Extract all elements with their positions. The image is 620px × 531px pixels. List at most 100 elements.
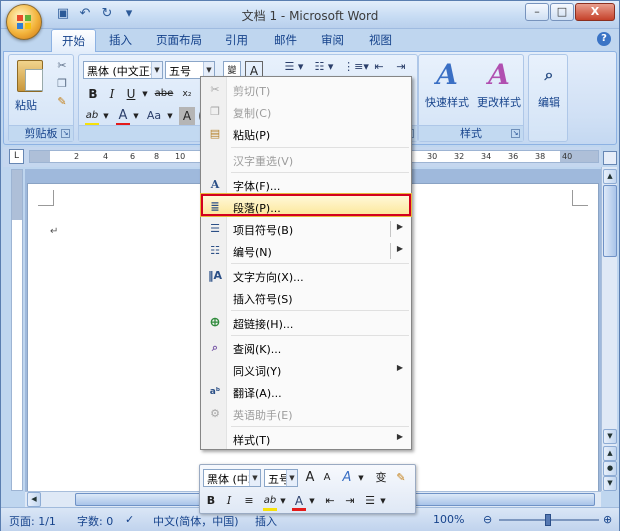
zoom-level[interactable]: 100%	[433, 513, 464, 526]
tab-review[interactable]: 审阅	[321, 32, 344, 48]
menu-item-paragraph[interactable]: ≣ 段落(P)...	[200, 193, 412, 217]
menu-item-paste[interactable]: ▤ 粘贴(P)	[203, 123, 409, 145]
zoom-knob[interactable]	[545, 514, 551, 526]
mini-increase-indent-icon[interactable]: ⇥	[342, 492, 358, 510]
shrink-font-button[interactable]: A	[320, 469, 334, 487]
scroll-thumb[interactable]	[603, 185, 617, 257]
mini-font-name-combo[interactable]: 黑体 (中3 ▼	[203, 469, 261, 487]
submenu-arrow-icon[interactable]: ▶	[397, 363, 403, 372]
menu-item-translate[interactable]: aᵇ 翻译(A)...	[203, 381, 409, 403]
mini-phonetic-button[interactable]: 变	[372, 469, 390, 487]
submenu-arrow-icon[interactable]: ▶	[397, 432, 403, 441]
menu-separator	[231, 335, 409, 336]
mini-italic-button[interactable]: I	[222, 492, 236, 510]
mini-styles-button[interactable]: A	[338, 469, 356, 487]
menu-item-styles[interactable]: 样式(T) ▶	[203, 428, 409, 450]
paste-button[interactable]: 粘贴	[15, 97, 37, 113]
language-status[interactable]: 中文(简体，中国)	[153, 513, 239, 529]
mini-center-icon[interactable]: ≡	[240, 492, 258, 510]
mini-decrease-indent-icon[interactable]: ⇤	[322, 492, 338, 510]
change-styles-button[interactable]: A 更改样式	[473, 59, 525, 110]
mini-font-size-combo[interactable]: 五号 ▼	[264, 469, 298, 487]
zoom-out-icon[interactable]: ⊖	[483, 513, 492, 526]
tab-mailings[interactable]: 邮件	[274, 32, 297, 48]
copy-icon[interactable]: ❐	[55, 77, 69, 91]
office-logo-icon	[17, 15, 31, 29]
chevron-down-icon[interactable]: ▼	[357, 469, 365, 487]
chevron-down-icon[interactable]: ▼	[166, 107, 174, 125]
tab-references[interactable]: 引用	[225, 32, 248, 48]
menu-item-bullets[interactable]: ☰ 项目符号(B) ▶	[203, 218, 409, 240]
menu-label: 样式(T)	[233, 434, 271, 447]
word-count[interactable]: 字数: 0	[77, 513, 113, 529]
menu-item-hyperlink[interactable]: 🜨 超链接(H)...	[203, 312, 409, 334]
chevron-down-icon[interactable]: ▼	[279, 492, 287, 510]
grow-font-button[interactable]: A	[302, 469, 318, 487]
chevron-down-icon[interactable]: ▼	[308, 492, 316, 510]
insert-mode[interactable]: 插入	[255, 513, 277, 529]
menu-item-lookup[interactable]: ⌕ 查阅(K)...	[203, 337, 409, 359]
submenu-arrow-icon[interactable]: ▶	[397, 222, 403, 231]
menu-item-cut[interactable]: ✂ 剪切(T)	[203, 79, 409, 101]
vertical-scrollbar[interactable]: ▲ ▼ ▲ ● ▼	[601, 167, 617, 491]
menu-item-numbering[interactable]: ☷ 编号(N) ▶	[203, 240, 409, 262]
strikethrough-button[interactable]: abe	[153, 85, 175, 103]
office-button[interactable]	[6, 4, 42, 40]
menu-item-english-assistant[interactable]: ⚙ 英语助手(E)	[203, 403, 409, 425]
quick-styles-button[interactable]: A 快速样式	[421, 59, 473, 110]
font-name-combo[interactable]: 黑体 (中文正3 ▼	[83, 61, 163, 79]
scroll-up-icon[interactable]: ▲	[603, 169, 617, 184]
close-button[interactable]: X	[575, 3, 615, 21]
editing-button[interactable]: ⌕ 编辑	[531, 59, 567, 110]
chevron-down-icon[interactable]: ▼	[151, 62, 162, 78]
tab-view[interactable]: 视图	[369, 32, 392, 48]
bold-button[interactable]: B	[85, 85, 101, 103]
chevron-down-icon[interactable]: ▼	[141, 85, 149, 103]
tab-home[interactable]: 开始	[51, 29, 96, 52]
menu-item-synonyms[interactable]: 同义词(Y) ▶	[203, 359, 409, 381]
submenu-arrow-icon[interactable]: ▶	[397, 244, 403, 253]
mini-bold-button[interactable]: B	[204, 492, 218, 510]
prev-page-icon[interactable]: ▲	[603, 446, 617, 461]
proofing-icon[interactable]: ✓	[125, 513, 134, 526]
menu-item-copy[interactable]: ❐ 复制(C)	[203, 101, 409, 123]
mini-format-painter-icon[interactable]: ✎	[392, 469, 410, 487]
italic-button[interactable]: I	[104, 85, 120, 103]
menu-item-insert-symbol[interactable]: 插入符号(S)	[203, 287, 409, 309]
chevron-down-icon[interactable]: ▼	[102, 107, 110, 125]
tab-page-layout[interactable]: 页面布局	[156, 32, 202, 48]
tab-insert[interactable]: 插入	[109, 32, 132, 48]
subscript-icon[interactable]: x₂	[179, 85, 195, 103]
styles-launcher-icon[interactable]: ↘	[511, 129, 520, 138]
cut-icon[interactable]: ✂	[55, 59, 69, 73]
multilevel-list-icon[interactable]: ⋮≡▾	[338, 58, 374, 76]
minimize-button[interactable]: –	[525, 3, 549, 21]
menu-item-font[interactable]: A 字体(F)...	[203, 174, 409, 196]
chevron-down-icon[interactable]: ▼	[132, 107, 140, 125]
chevron-down-icon[interactable]: ▼	[286, 470, 297, 486]
paste-icon[interactable]	[17, 60, 43, 92]
change-case-button[interactable]: Aa	[143, 107, 165, 125]
maximize-button[interactable]: □	[550, 3, 574, 21]
zoom-in-icon[interactable]: ⊕	[603, 513, 612, 526]
format-painter-icon[interactable]: ✎	[55, 95, 69, 109]
scroll-left-icon[interactable]: ◀	[27, 492, 41, 507]
next-page-icon[interactable]: ▼	[603, 476, 617, 491]
decrease-indent-icon[interactable]: ⇤	[370, 58, 388, 76]
increase-indent-icon[interactable]: ⇥	[392, 58, 410, 76]
chevron-down-icon[interactable]: ▼	[249, 470, 260, 486]
view-ruler-icon[interactable]	[603, 151, 617, 165]
underline-button[interactable]: U	[123, 85, 139, 103]
help-icon[interactable]: ?	[597, 32, 611, 46]
mini-bullets-icon[interactable]: ☰	[362, 492, 378, 510]
char-shading-button[interactable]: A	[179, 107, 195, 125]
tab-selector[interactable]: L	[9, 149, 24, 164]
clipboard-launcher-icon[interactable]: ↘	[61, 129, 70, 138]
zoom-slider[interactable]	[499, 514, 599, 526]
page-count[interactable]: 页面: 1/1	[9, 513, 56, 529]
scroll-down-icon[interactable]: ▼	[603, 429, 617, 444]
menu-item-text-direction[interactable]: ‖A 文字方向(X)...	[203, 265, 409, 287]
chevron-down-icon[interactable]: ▼	[379, 492, 387, 510]
browse-object-icon[interactable]: ●	[603, 461, 617, 476]
menu-item-reconvert[interactable]: 汉字重选(V)	[203, 149, 409, 171]
